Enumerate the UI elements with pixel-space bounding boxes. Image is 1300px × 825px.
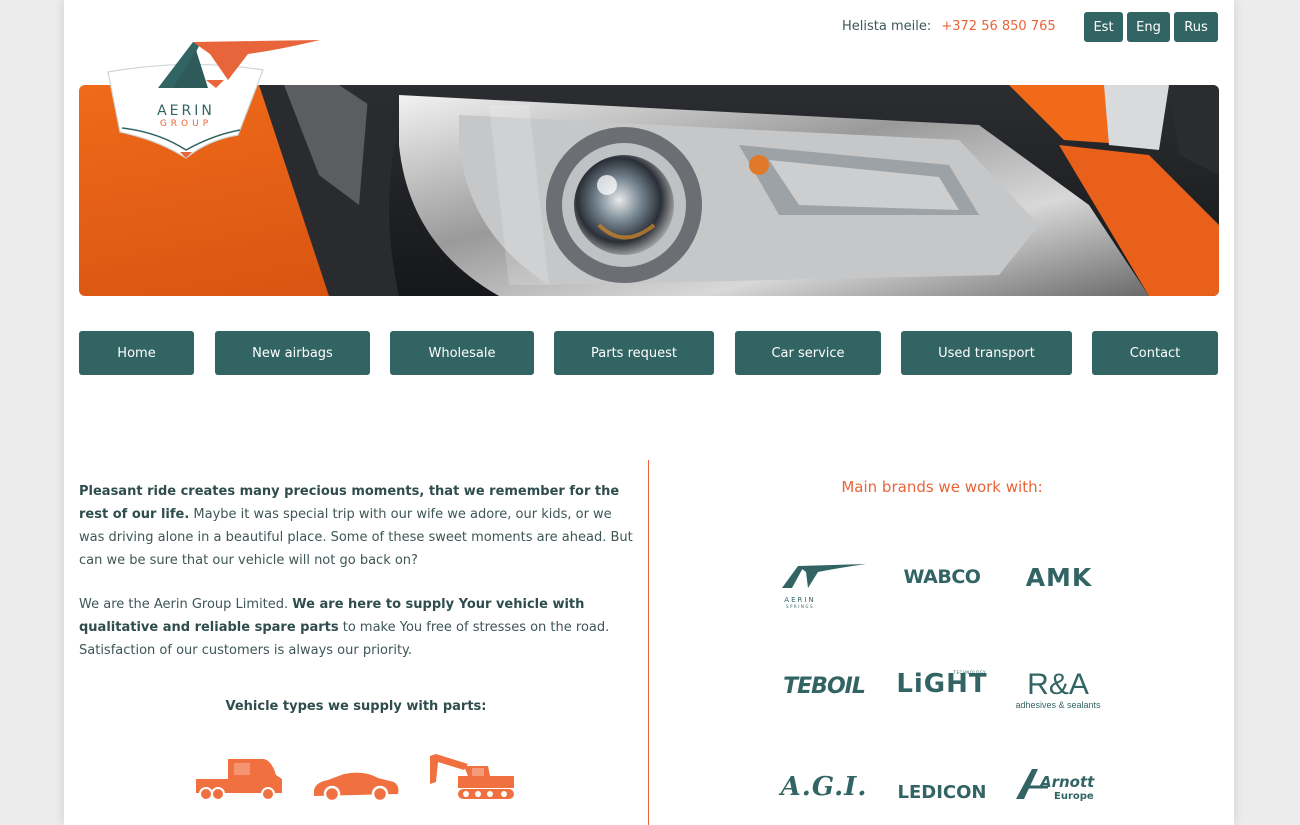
svg-text:SPRINGS: SPRINGS (786, 604, 814, 609)
brand-ra-text: R&A (1027, 667, 1089, 701)
phone-number-link[interactable]: +372 56 850 765 (941, 19, 1055, 34)
nav-parts-request[interactable]: Parts request (554, 331, 714, 375)
brand-logo-amk[interactable]: AMK (1014, 560, 1104, 594)
nav-used-transport[interactable]: Used transport (901, 331, 1072, 375)
excavator-icon (430, 754, 514, 799)
lang-button-rus[interactable]: Rus (1174, 12, 1218, 42)
svg-text:Arnott: Arnott (1039, 773, 1095, 791)
section-divider (648, 460, 649, 825)
svg-text:AERIN: AERIN (784, 596, 815, 604)
brand-logo-wabco[interactable]: WABCO (896, 562, 988, 592)
logo-text-aerin: AERIN (157, 103, 215, 119)
intro-paragraph-2-start: We are the Aerin Group Limited. (79, 597, 293, 612)
brand-light-sub: TECHNOLOGY (953, 670, 986, 675)
intro-paragraph-1: Pleasant ride creates many precious mome… (79, 480, 639, 572)
phone-contact: Helista meile: +372 56 850 765 (842, 19, 1056, 34)
svg-text:Europe: Europe (1054, 791, 1094, 802)
nav-wholesale[interactable]: Wholesale (390, 331, 534, 375)
brand-logo-arnott[interactable]: Arnott Europe (1014, 765, 1104, 805)
truck-icon (196, 759, 282, 801)
brand-ra-sub: adhesives & sealants (1015, 699, 1101, 710)
brand-logo-teboil[interactable]: TEBOIL (778, 670, 870, 702)
vehicle-types-title: Vehicle types we supply with parts: (225, 699, 487, 714)
nav-home[interactable]: Home (79, 331, 194, 375)
brand-logo-agi[interactable]: A.G.I. (778, 770, 870, 804)
logo-text-group: GROUP (160, 119, 212, 129)
lang-button-eng[interactable]: Eng (1127, 12, 1170, 42)
lang-button-est[interactable]: Est (1084, 12, 1123, 42)
intro-text: Pleasant ride creates many precious mome… (79, 480, 639, 662)
brand-logo-light[interactable]: LiGHT TECHNOLOGY (896, 666, 988, 702)
brand-logo-ledicon[interactable]: LEDICON (896, 778, 988, 806)
car-icon (314, 772, 399, 802)
brand-logo-ra[interactable]: R&A adhesives & sealants (1010, 666, 1106, 714)
page-container: Helista meile: +372 56 850 765 Est Eng R… (64, 0, 1234, 825)
phone-label: Helista meile: (842, 19, 932, 34)
aerin-group-logo[interactable]: AERIN GROUP (98, 40, 328, 165)
brand-logo-aerin-springs[interactable]: AERIN SPRINGS (778, 560, 870, 610)
brands-title: Main brands we work with: (841, 478, 1043, 496)
nav-car-service[interactable]: Car service (735, 331, 881, 375)
intro-paragraph-2: We are the Aerin Group Limited. We are h… (79, 593, 639, 662)
nav-new-airbags[interactable]: New airbags (215, 331, 370, 375)
nav-contact[interactable]: Contact (1092, 331, 1218, 375)
